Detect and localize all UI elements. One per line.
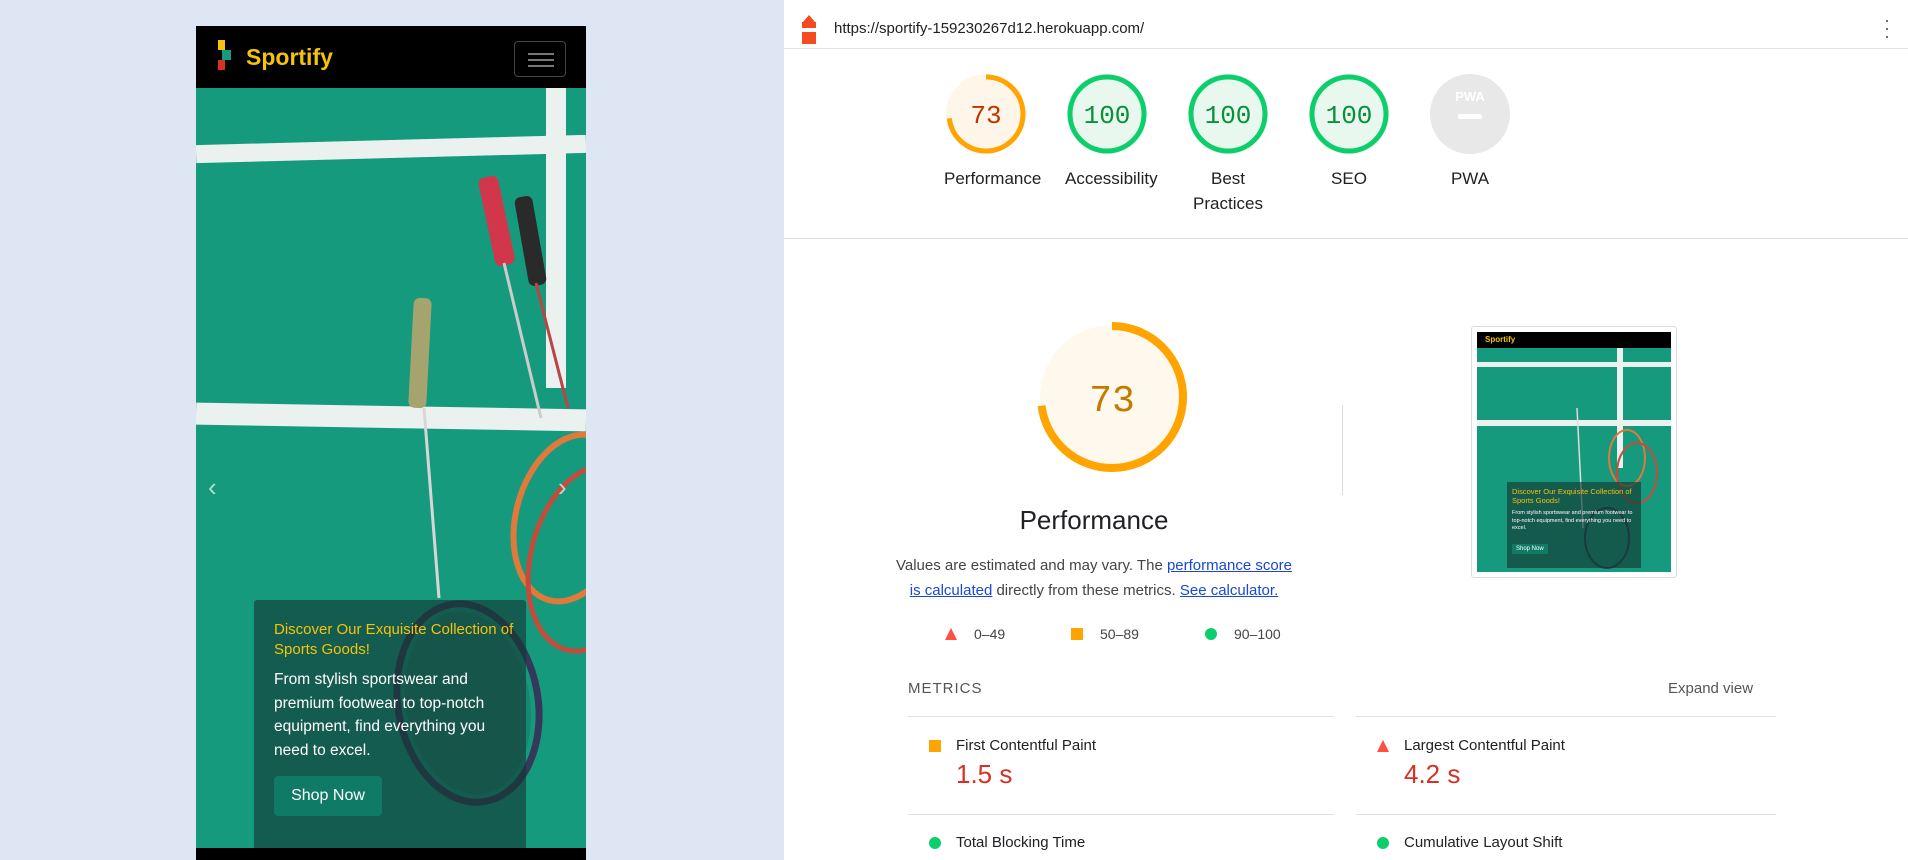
legend-range: 0–49	[974, 626, 1006, 642]
thumb-brand: Sportify	[1485, 335, 1516, 344]
mobile-preview: Sportify ‹ › Discover Our Exquisite Coll…	[196, 26, 586, 860]
carousel-next-icon[interactable]: ›	[558, 472, 567, 503]
lighthouse-icon	[802, 15, 816, 44]
square-status-icon	[1071, 628, 1083, 640]
metric-value: 1.5 s	[956, 759, 1013, 789]
gauge-score: 100	[1084, 101, 1131, 131]
performance-gauge-large: 73	[1037, 322, 1187, 472]
gauge-label: Performance	[944, 169, 1042, 188]
circle-status-icon	[1205, 628, 1217, 640]
score-gauge-performance[interactable]: 73 Performance	[926, 72, 1046, 191]
more-menu-icon[interactable]: · · ·	[1884, 11, 1890, 45]
square-status-icon	[929, 740, 941, 752]
navbar: Sportify	[196, 26, 586, 88]
thumb-shop-button: Shop Now	[1512, 544, 1548, 554]
carousel-prev-icon[interactable]: ‹	[208, 472, 217, 503]
gauge-score: 100	[1205, 101, 1252, 131]
legend-item: 50–89	[1070, 626, 1139, 642]
caption-text: From stylish sportswear and premium foot…	[274, 671, 486, 759]
menu-toggle-button[interactable]	[514, 41, 566, 77]
divider	[1356, 716, 1776, 717]
performance-title: Performance	[1019, 505, 1169, 535]
legend-item: 0–49	[944, 626, 1005, 642]
score-gauge-best-practices[interactable]: 100 Best Practices	[1168, 72, 1288, 216]
shop-now-button[interactable]: Shop Now	[274, 776, 382, 816]
gauge-label: SEO	[1331, 169, 1367, 188]
thumb-caption: Discover Our Exquisite Collection of Spo…	[1507, 482, 1641, 568]
triangle-status-icon	[1377, 740, 1389, 752]
metric-value: 4.2 s	[1404, 759, 1461, 789]
divider	[1356, 814, 1776, 815]
brand-name[interactable]: Sportify	[246, 44, 333, 71]
thumb-caption-text: From stylish sportswear and premium foot…	[1512, 510, 1633, 531]
score-gauge-seo[interactable]: 100 SEO	[1289, 72, 1409, 191]
see-calculator-link[interactable]: See calculator.	[1180, 582, 1278, 599]
legend-item: 90–100	[1204, 626, 1281, 642]
metrics-heading: METRICS	[908, 680, 983, 697]
caption-title: Discover Our Exquisite Collection of Spo…	[274, 621, 514, 658]
report-url[interactable]: https://sportify-159230267d12.herokuapp.…	[834, 20, 1144, 37]
gauge-label: Best Practices	[1193, 169, 1263, 213]
desc-text: directly from these metrics.	[992, 582, 1180, 599]
legend-range: 50–89	[1100, 626, 1139, 642]
lighthouse-report: https://sportify-159230267d12.herokuapp.…	[784, 0, 1908, 860]
thumb-navbar: Sportify	[1477, 332, 1671, 348]
circle-status-icon	[929, 837, 941, 849]
performance-description: Values are estimated and may vary. The p…	[894, 553, 1294, 603]
gauge-score: 73	[970, 101, 1001, 131]
desc-text: Values are estimated and may vary. The	[895, 557, 1167, 574]
metric-label: Cumulative Layout Shift	[1404, 834, 1563, 851]
footer-bar	[196, 848, 586, 860]
page-screenshot-thumbnail[interactable]: Sportify Discover Our Exquisite Collecti…	[1471, 326, 1677, 578]
metric-label: First Contentful Paint	[956, 737, 1097, 754]
expand-view-button[interactable]: Expand view	[1668, 680, 1753, 697]
hero-carousel: ‹ › Discover Our Exquisite Collection of…	[196, 88, 586, 860]
score-gauge-accessibility[interactable]: 100 Accessibility	[1047, 72, 1167, 191]
divider	[908, 814, 1334, 815]
gauge-label: PWA	[1450, 169, 1490, 188]
divider	[908, 716, 1334, 717]
gauge-label: Accessibility	[1065, 169, 1158, 188]
performance-score-large: 73	[1089, 380, 1135, 423]
gauge-score: 100	[1326, 101, 1373, 131]
metric-label: Largest Contentful Paint	[1404, 737, 1565, 754]
divider	[784, 238, 1908, 239]
score-gauge-pwa[interactable]: PWA PWA	[1410, 72, 1530, 191]
sportify-logo-icon	[218, 40, 234, 70]
gauge-score: PWA	[1455, 89, 1485, 104]
report-topbar: https://sportify-159230267d12.herokuapp.…	[784, 10, 1908, 49]
circle-status-icon	[1377, 837, 1389, 849]
thumb-caption-title: Discover Our Exquisite Collection of Spo…	[1512, 487, 1632, 505]
metric-label: Total Blocking Time	[956, 834, 1086, 851]
triangle-status-icon	[945, 628, 957, 640]
pwa-dash-icon	[1458, 114, 1482, 119]
legend-range: 90–100	[1234, 626, 1281, 642]
vertical-divider	[1342, 405, 1343, 495]
hero-caption: Discover Our Exquisite Collection of Spo…	[254, 600, 526, 854]
